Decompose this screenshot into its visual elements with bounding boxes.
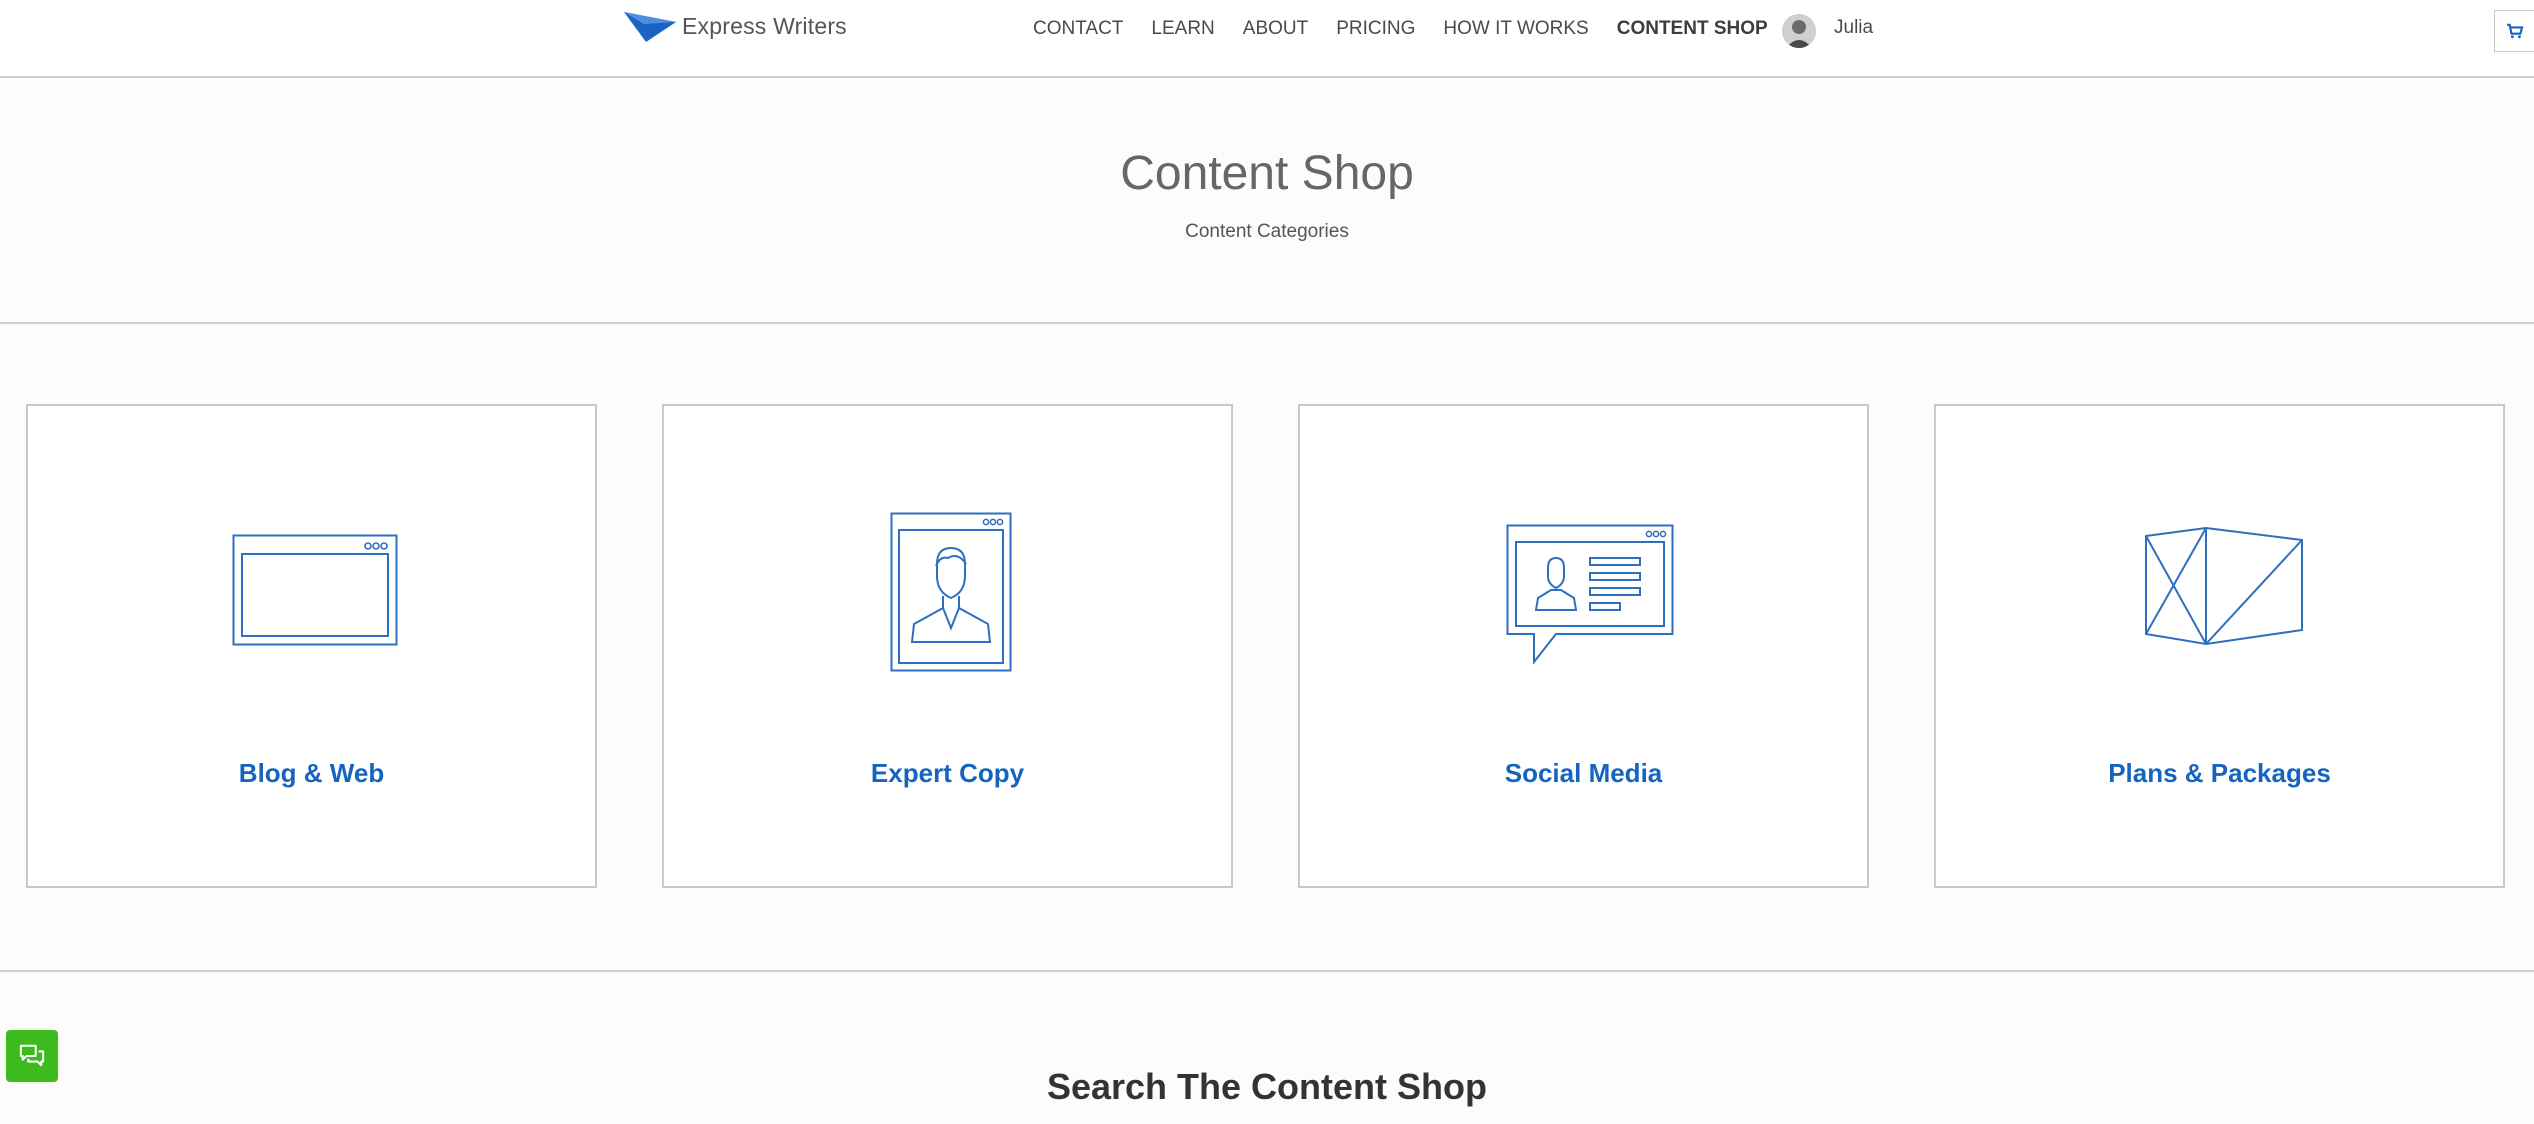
brand-logo[interactable]: Express Writers [622, 8, 847, 44]
shopping-cart-icon [2507, 23, 2524, 39]
search-section-title: Search The Content Shop [1046, 1066, 1488, 1107]
profile-document-icon [890, 512, 1012, 672]
package-box-icon [2145, 526, 2303, 646]
cart-button[interactable] [2494, 10, 2534, 52]
category-label: Social Media [1504, 758, 1663, 788]
hero-section: Content Shop Content Categories [0, 78, 2534, 324]
category-card-expert-copy[interactable]: Expert Copy [662, 404, 1233, 888]
main-nav: CONTACT LEARN ABOUT PRICING HOW IT WORKS… [1033, 18, 1768, 40]
user-menu[interactable]: Julia [1782, 14, 1873, 48]
category-card-blog-web[interactable]: Blog & Web [26, 404, 597, 888]
chat-profile-icon [1506, 524, 1674, 664]
nav-how-it-works[interactable]: HOW IT WORKS [1443, 18, 1588, 40]
nav-contact[interactable]: CONTACT [1033, 18, 1123, 40]
nav-learn[interactable]: LEARN [1151, 18, 1214, 40]
category-label: Blog & Web [238, 758, 385, 788]
page-subtitle: Content Categories [1185, 221, 1349, 242]
chat-button[interactable] [6, 1030, 58, 1082]
category-card-social-media[interactable]: Social Media [1298, 404, 1869, 888]
category-label: Expert Copy [870, 758, 1025, 788]
browser-window-icon [232, 534, 398, 646]
brand-name: Express Writers [682, 12, 847, 39]
site-header: Express Writers CONTACT LEARN ABOUT PRIC… [0, 0, 2534, 78]
section-divider [0, 970, 2534, 972]
category-card-plans-packages[interactable]: Plans & Packages [1934, 404, 2505, 888]
nav-about[interactable]: ABOUT [1243, 18, 1308, 40]
chat-bubbles-icon [19, 1044, 45, 1067]
page-title: Content Shop [1120, 147, 1414, 200]
paper-plane-logo-icon [624, 12, 676, 42]
nav-content-shop[interactable]: CONTENT SHOP [1617, 18, 1768, 40]
category-label: Plans & Packages [2108, 758, 2331, 788]
avatar [1782, 14, 1816, 48]
nav-pricing[interactable]: PRICING [1336, 18, 1415, 40]
user-name: Julia [1834, 17, 1874, 38]
